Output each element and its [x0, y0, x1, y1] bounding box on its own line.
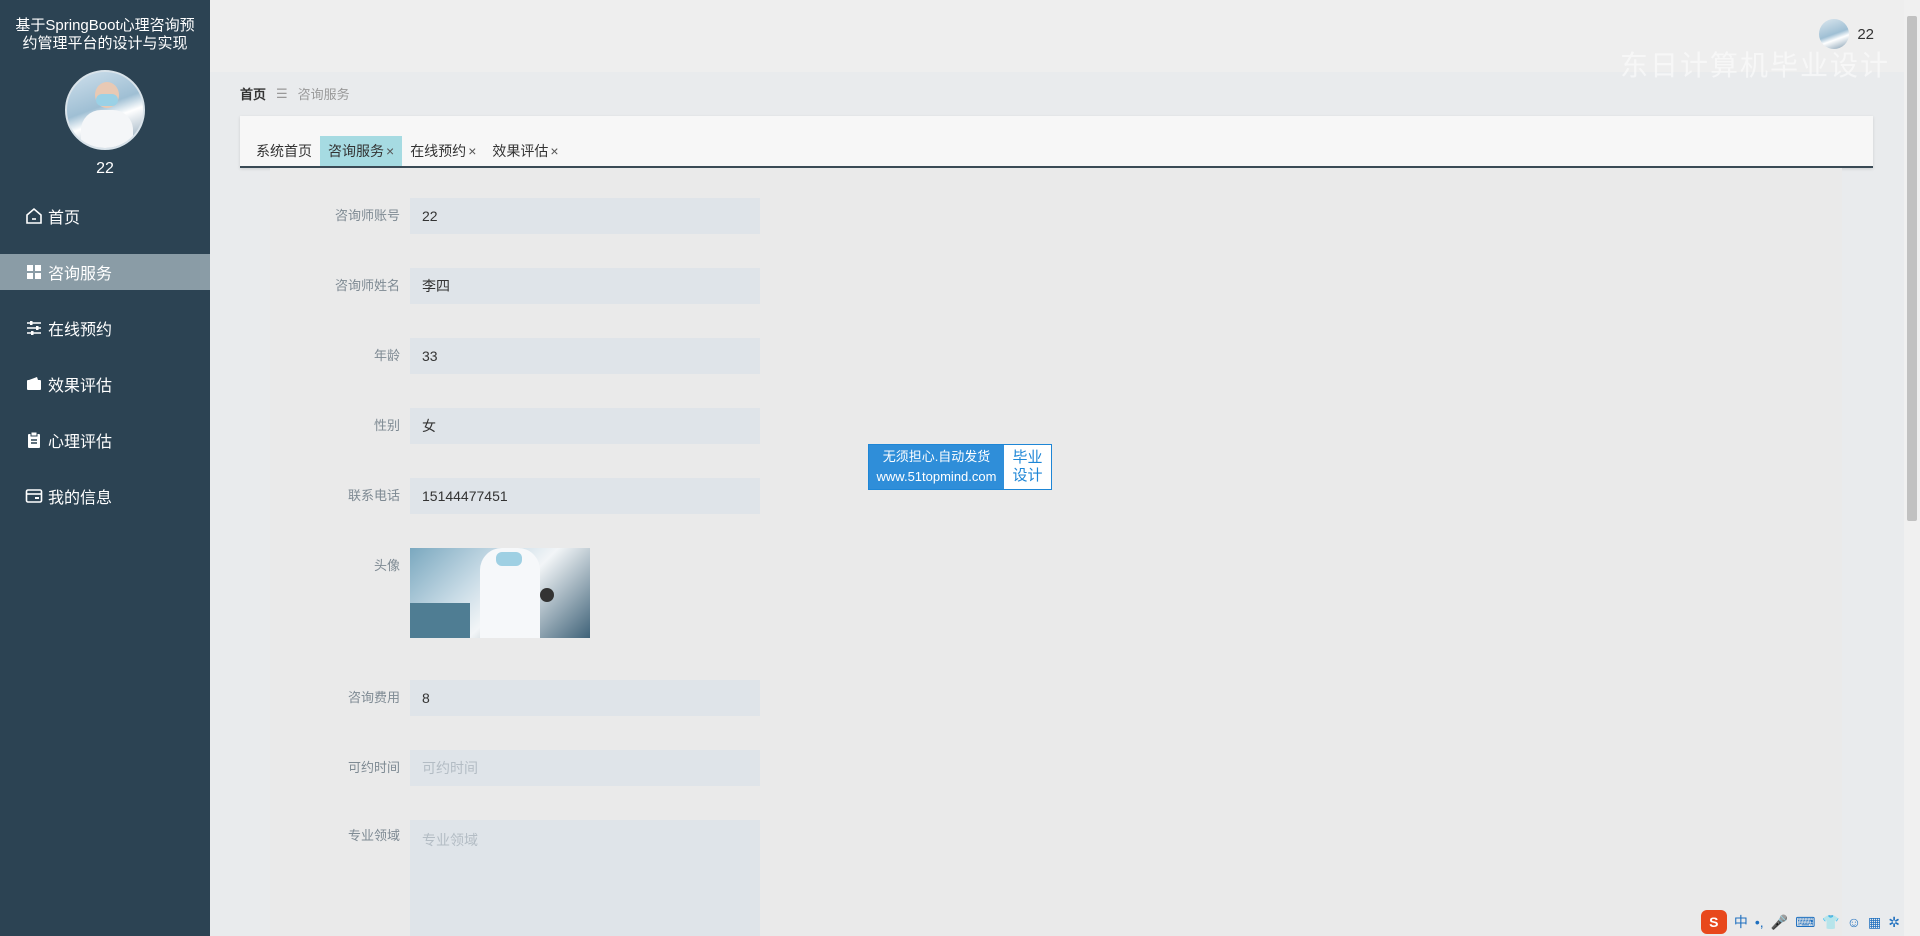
tab-label: 在线预约	[410, 143, 467, 159]
ad-banner[interactable]: 无须担心.自动发货 www.51topmind.com 毕业 设计	[868, 444, 1052, 490]
emoji-icon[interactable]: ☺	[1847, 914, 1861, 930]
gender-label: 性别	[373, 418, 400, 433]
tab-online-booking[interactable]: 在线预约 ×	[402, 136, 484, 166]
ime-toolbar: S 中 •, 🎤 ⌨ 👕 ☺ ▦ ✲	[1700, 910, 1900, 934]
ad-left: 无须担心.自动发货 www.51topmind.com	[869, 445, 1004, 489]
breadcrumb-home[interactable]: 首页	[240, 84, 266, 103]
tab-consult-service[interactable]: 咨询服务 ×	[320, 136, 403, 166]
home-icon	[24, 206, 44, 226]
sidebar-item-effect-eval[interactable]: 效果评估	[0, 366, 210, 402]
sidebar-item-home[interactable]: 首页	[0, 198, 210, 234]
tab-label: 咨询服务	[328, 143, 384, 159]
skin-icon[interactable]: 👕	[1822, 914, 1839, 931]
name-field[interactable]: 李四	[410, 268, 760, 304]
form-panel: 咨询师账号 22 咨询师姓名 李四 年龄 33 性别 女 联系电话 151444…	[270, 168, 1842, 936]
specialty-textarea[interactable]: 专业领域	[410, 820, 760, 936]
ime-logo-icon[interactable]: S	[1700, 910, 1727, 934]
close-icon[interactable]: ×	[468, 143, 476, 159]
ad-line1: 无须担心.自动发货	[882, 449, 991, 464]
account-field[interactable]: 22	[410, 198, 760, 234]
grid-icon	[24, 262, 44, 282]
form-row-gender: 性别 女	[270, 408, 760, 444]
sidebar-item-label: 首页	[48, 210, 81, 227]
sidebar-item-my-info[interactable]: 我的信息	[0, 478, 210, 514]
ad-right-line2: 设计	[1012, 467, 1043, 484]
tab-label: 效果评估	[492, 143, 549, 159]
top-header: 东日计算机毕业设计 22	[210, 0, 1920, 81]
card-icon	[24, 486, 44, 506]
phone-field[interactable]: 15144477451	[410, 478, 760, 514]
scrollbar[interactable]	[1904, 0, 1920, 936]
tab-label: 系统首页	[256, 143, 312, 159]
breadcrumb-current: 咨询服务	[297, 87, 350, 102]
ime-mode[interactable]: 中	[1734, 912, 1748, 932]
clipboard-icon	[24, 430, 44, 450]
app-title: 基于SpringBoot心理咨询预约管理平台的设计与实现	[15, 17, 195, 52]
breadcrumb: 首页 ☰ 咨询服务	[240, 84, 350, 103]
top-user-menu[interactable]: 22	[1819, 19, 1874, 49]
phone-label: 联系电话	[347, 488, 400, 503]
sliders-icon	[24, 318, 44, 338]
form-row-fee: 咨询费用 8	[270, 680, 760, 716]
sidebar-item-psych-eval[interactable]: 心理评估	[0, 422, 210, 458]
close-icon[interactable]: ×	[386, 143, 394, 159]
sidebar-user-name: 22	[96, 160, 114, 177]
age-field[interactable]: 33	[410, 338, 760, 374]
watermark-text: 东日计算机毕业设计	[1619, 50, 1890, 81]
form-row-account: 咨询师账号 22	[270, 198, 760, 234]
form-row-available-time: 可约时间 可约时间	[270, 750, 760, 786]
wallet-icon	[24, 374, 44, 394]
sidebar-item-consult-service[interactable]: 咨询服务	[0, 254, 210, 290]
form-row-age: 年龄 33	[270, 338, 760, 374]
keyboard-icon[interactable]: ⌨	[1795, 914, 1815, 931]
tab-bar: 系统首页 咨询服务 × 在线预约 × 效果评估 ×	[240, 116, 1873, 168]
account-label: 咨询师账号	[334, 208, 400, 223]
sidebar-item-label: 心理评估	[48, 434, 113, 451]
breadcrumb-separator-icon: ☰	[276, 85, 288, 101]
ad-right: 毕业 设计	[1004, 445, 1051, 489]
ad-line2: www.51topmind.com	[876, 469, 997, 484]
ad-right-line1: 毕业	[1012, 449, 1043, 466]
microphone-icon[interactable]: 🎤	[1771, 914, 1788, 931]
sidebar-item-label: 在线预约	[48, 322, 113, 339]
avatar-label: 头像	[373, 558, 400, 573]
avatar-image[interactable]	[410, 548, 590, 638]
available-time-label: 可约时间	[347, 760, 400, 775]
settings-icon[interactable]: ✲	[1888, 914, 1900, 931]
ime-punct-icon[interactable]: •,	[1755, 914, 1764, 930]
sidebar-item-label: 咨询服务	[48, 266, 113, 283]
sidebar: 基于SpringBoot心理咨询预约管理平台的设计与实现 22 首页 咨询服务 …	[0, 0, 210, 936]
tab-effect-eval[interactable]: 效果评估 ×	[484, 136, 566, 166]
age-label: 年龄	[373, 348, 400, 363]
sidebar-item-online-booking[interactable]: 在线预约	[0, 310, 210, 346]
available-time-field[interactable]: 可约时间	[410, 750, 760, 786]
fee-label: 咨询费用	[347, 690, 400, 705]
top-user-name: 22	[1857, 25, 1874, 43]
name-label: 咨询师姓名	[334, 278, 400, 293]
form-row-name: 咨询师姓名 李四	[270, 268, 760, 304]
gender-field[interactable]: 女	[410, 408, 760, 444]
scrollbar-thumb[interactable]	[1907, 16, 1917, 521]
close-icon[interactable]: ×	[550, 143, 558, 159]
sidebar-item-label: 效果评估	[48, 378, 113, 395]
sidebar-avatar[interactable]	[65, 70, 145, 150]
specialty-label: 专业领域	[347, 828, 400, 843]
form-row-avatar: 头像	[270, 548, 590, 638]
sidebar-item-label: 我的信息	[48, 490, 113, 507]
sidebar-menu: 首页 咨询服务 在线预约 效果评估 心理评估 我的信息	[0, 198, 210, 514]
form-row-phone: 联系电话 15144477451	[270, 478, 760, 514]
tab-system-home[interactable]: 系统首页	[248, 136, 320, 166]
fee-field[interactable]: 8	[410, 680, 760, 716]
form-row-specialty: 专业领域 专业领域	[270, 820, 760, 936]
top-avatar[interactable]	[1819, 19, 1850, 49]
apps-icon[interactable]: ▦	[1868, 914, 1881, 931]
